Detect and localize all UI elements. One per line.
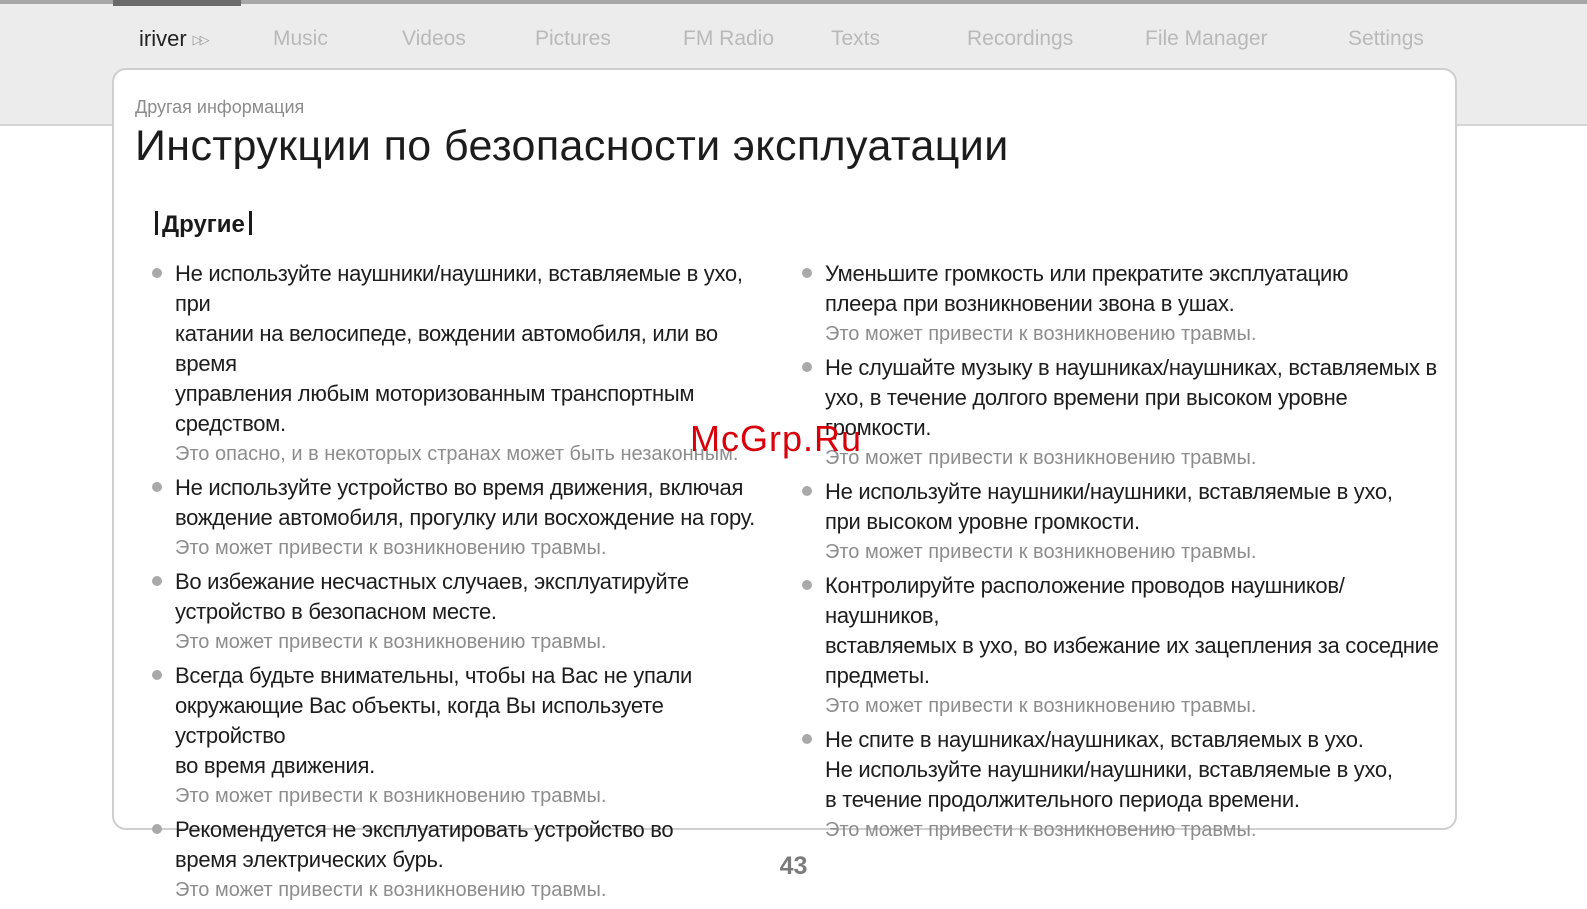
bullet-icon [802, 486, 812, 496]
section-bar-right [248, 211, 252, 235]
tab-settings[interactable]: Settings [1348, 24, 1424, 54]
list-item: Всегда будьте внимательны, чтобы на Вас … [152, 661, 762, 811]
list-item: Не используйте наушники/наушники, вставл… [802, 477, 1442, 567]
item-text: Не используйте наушники/наушники, вставл… [825, 479, 1393, 534]
list-item: Не используйте наушники/наушники, вставл… [152, 259, 762, 469]
watermark: McGrp.Ru [690, 418, 863, 459]
item-note: Это может привести к возникновению травм… [825, 541, 1257, 563]
bullet-icon [802, 362, 812, 372]
item-text: Во избежание несчастных случаев, эксплуа… [175, 569, 689, 624]
bullet-icon [152, 824, 162, 834]
list-item: Уменьшите громкость или прекратите экспл… [802, 259, 1442, 349]
item-text: Всегда будьте внимательны, чтобы на Вас … [175, 663, 693, 778]
item-note: Это может привести к возникновению травм… [175, 785, 607, 807]
item-note: Это опасно, и в некоторых странах может … [175, 443, 739, 465]
section-label: Другие [162, 211, 245, 238]
bullet-icon [152, 482, 162, 492]
page-number: 43 [779, 852, 808, 880]
forward-arrows-icon: ▷▷ [192, 32, 210, 47]
tab-file-manager[interactable]: File Manager [1145, 24, 1268, 54]
tab-fm-radio[interactable]: FM Radio [683, 24, 774, 54]
active-tab-indicator [113, 0, 241, 6]
bullet-icon [802, 580, 812, 590]
item-note: Это может привести к возникновению травм… [175, 631, 607, 653]
right-column: Уменьшите громкость или прекратите экспл… [802, 259, 1442, 849]
item-note: Это может привести к возникновению травм… [825, 447, 1257, 469]
page-title: Инструкции по безопасности эксплуатации [135, 122, 1009, 170]
bullet-icon [152, 576, 162, 586]
item-note: Это может привести к возникновению травм… [825, 819, 1257, 841]
list-item: Не слушайте музыку в наушниках/наушниках… [802, 353, 1442, 473]
tab-pictures[interactable]: Pictures [535, 24, 611, 54]
page-subtitle: Другая информация [135, 97, 305, 117]
item-text: Не используйте наушники/наушники, вставл… [175, 261, 743, 436]
bullet-icon [152, 268, 162, 278]
item-text: Контролируйте расположение проводов науш… [825, 573, 1439, 688]
item-text: Не спите в наушниках/наушниках, вставляе… [825, 727, 1393, 812]
bullet-icon [152, 670, 162, 680]
left-column: Не используйте наушники/наушники, вставл… [152, 259, 762, 909]
item-note: Это может привести к возникновению травм… [825, 323, 1257, 345]
item-note: Это может привести к возникновению травм… [175, 537, 607, 559]
tab-recordings[interactable]: Recordings [967, 24, 1073, 54]
list-item: Контролируйте расположение проводов науш… [802, 571, 1442, 721]
list-item: Во избежание несчастных случаев, эксплуа… [152, 567, 762, 657]
bullet-icon [802, 734, 812, 744]
item-text: Не слушайте музыку в наушниках/наушниках… [825, 355, 1437, 440]
brand-logo[interactable]: iriver ▷▷ [139, 24, 210, 57]
tab-texts[interactable]: Texts [831, 24, 880, 54]
tab-videos[interactable]: Videos [402, 24, 466, 54]
brand-name: iriver [139, 26, 187, 51]
item-text: Уменьшите громкость или прекратите экспл… [825, 261, 1349, 316]
list-item: Не спите в наушниках/наушниках, вставляе… [802, 725, 1442, 845]
tab-music[interactable]: Music [273, 24, 328, 54]
section-heading: Другие [151, 211, 256, 239]
item-text: Не используйте устройство во время движе… [175, 475, 755, 530]
section-bar-left [155, 211, 158, 235]
bullet-icon [802, 268, 812, 278]
item-note: Это может привести к возникновению травм… [825, 695, 1257, 717]
list-item: Не используйте устройство во время движе… [152, 473, 762, 563]
